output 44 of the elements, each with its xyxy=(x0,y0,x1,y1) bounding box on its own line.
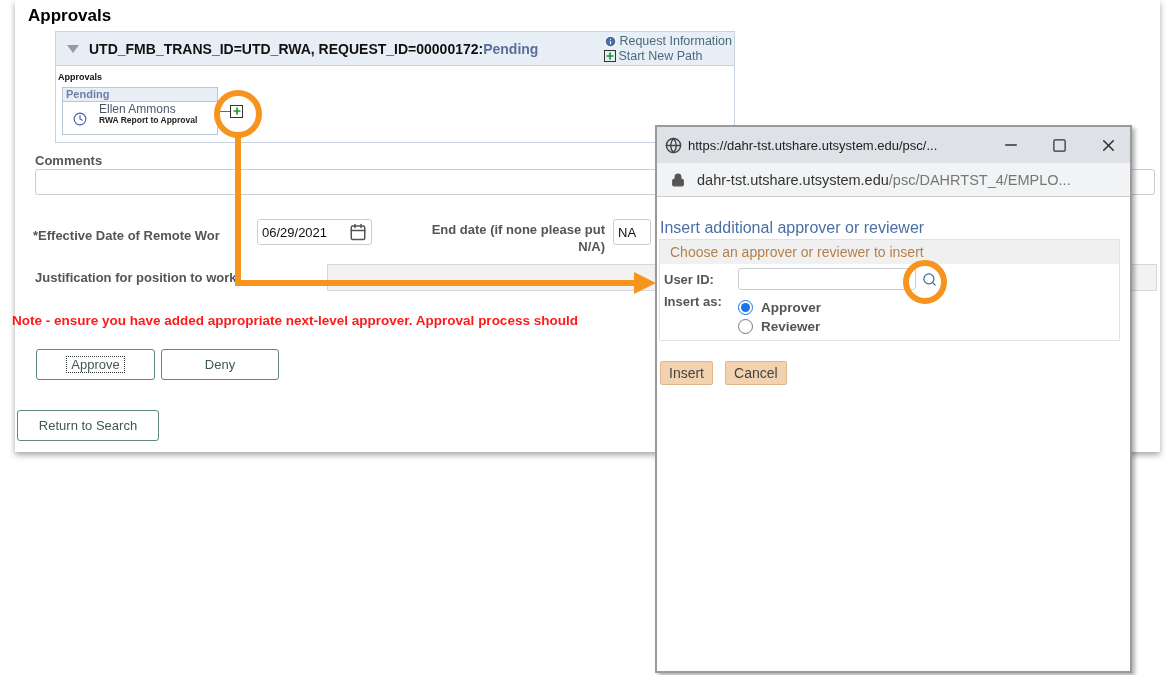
field-label: *Effective Date of Remote Wor xyxy=(33,228,221,243)
radio-button[interactable] xyxy=(738,319,753,334)
clock-icon xyxy=(73,112,87,126)
globe-icon xyxy=(665,136,682,154)
approver-role: RWA Report to Approval xyxy=(99,115,198,126)
action-button[interactable]: Deny xyxy=(161,349,279,380)
dialog-button[interactable]: Insert xyxy=(660,361,713,385)
field-label: End date (if none please put N/A) xyxy=(430,221,605,255)
warning-note: Note - ensure you have added appropriate next-level approver. Approval process should xyxy=(12,313,578,328)
radio-option[interactable]: Reviewer xyxy=(738,319,821,334)
approval-status: Pending xyxy=(483,40,539,57)
highlight-circle xyxy=(903,260,947,304)
field-label: Justification for position to work xyxy=(35,270,238,285)
page-heading: Approvals xyxy=(28,6,113,26)
action-link[interactable]: Start New Path xyxy=(604,48,732,64)
window-url: https://dahr-tst.utshare.utsystem.edu/psc/... xyxy=(688,137,938,153)
dialog-heading: Insert additional approver or reviewer xyxy=(660,219,926,237)
maximize-icon[interactable] xyxy=(1052,137,1067,153)
approver-name: Ellen Ammons xyxy=(99,103,177,115)
dialog-button[interactable]: Cancel xyxy=(725,361,787,385)
plus-icon xyxy=(604,50,617,62)
search-icon[interactable] xyxy=(922,271,937,287)
user-id-field[interactable] xyxy=(738,268,916,290)
highlight-circle xyxy=(214,90,262,138)
address-path: /psc/DAHRTST_4/EMPLO... xyxy=(888,171,1071,188)
field-label: User ID: xyxy=(664,271,715,287)
approval-title: UTD_FMB_TRANS_ID=UTD_RWA, REQUEST_ID=00000172: xyxy=(89,40,484,57)
step-status: Pending xyxy=(63,88,217,102)
action-button[interactable]: Approve xyxy=(36,349,155,380)
radio-button[interactable] xyxy=(738,300,753,315)
calendar-icon[interactable] xyxy=(349,223,367,241)
action-link[interactable]: Request Information xyxy=(604,33,732,49)
group-title: Choose an approver or reviewer to insert xyxy=(660,240,1119,264)
return-button[interactable]: Return to Search xyxy=(17,410,159,441)
add-approver-button[interactable] xyxy=(230,104,243,118)
lock-icon xyxy=(671,172,685,187)
field-label: Comments xyxy=(35,153,104,168)
field-label: Insert as: xyxy=(664,294,723,309)
section-label: Approvals xyxy=(58,72,103,82)
radio-option[interactable]: Approver xyxy=(738,300,821,315)
date-field[interactable]: 06/29/2021 xyxy=(257,219,372,245)
end-date-field[interactable]: NA xyxy=(613,219,651,245)
address-host: dahr-tst.utshare.utsystem.edu xyxy=(697,171,889,188)
info-icon xyxy=(604,34,618,48)
